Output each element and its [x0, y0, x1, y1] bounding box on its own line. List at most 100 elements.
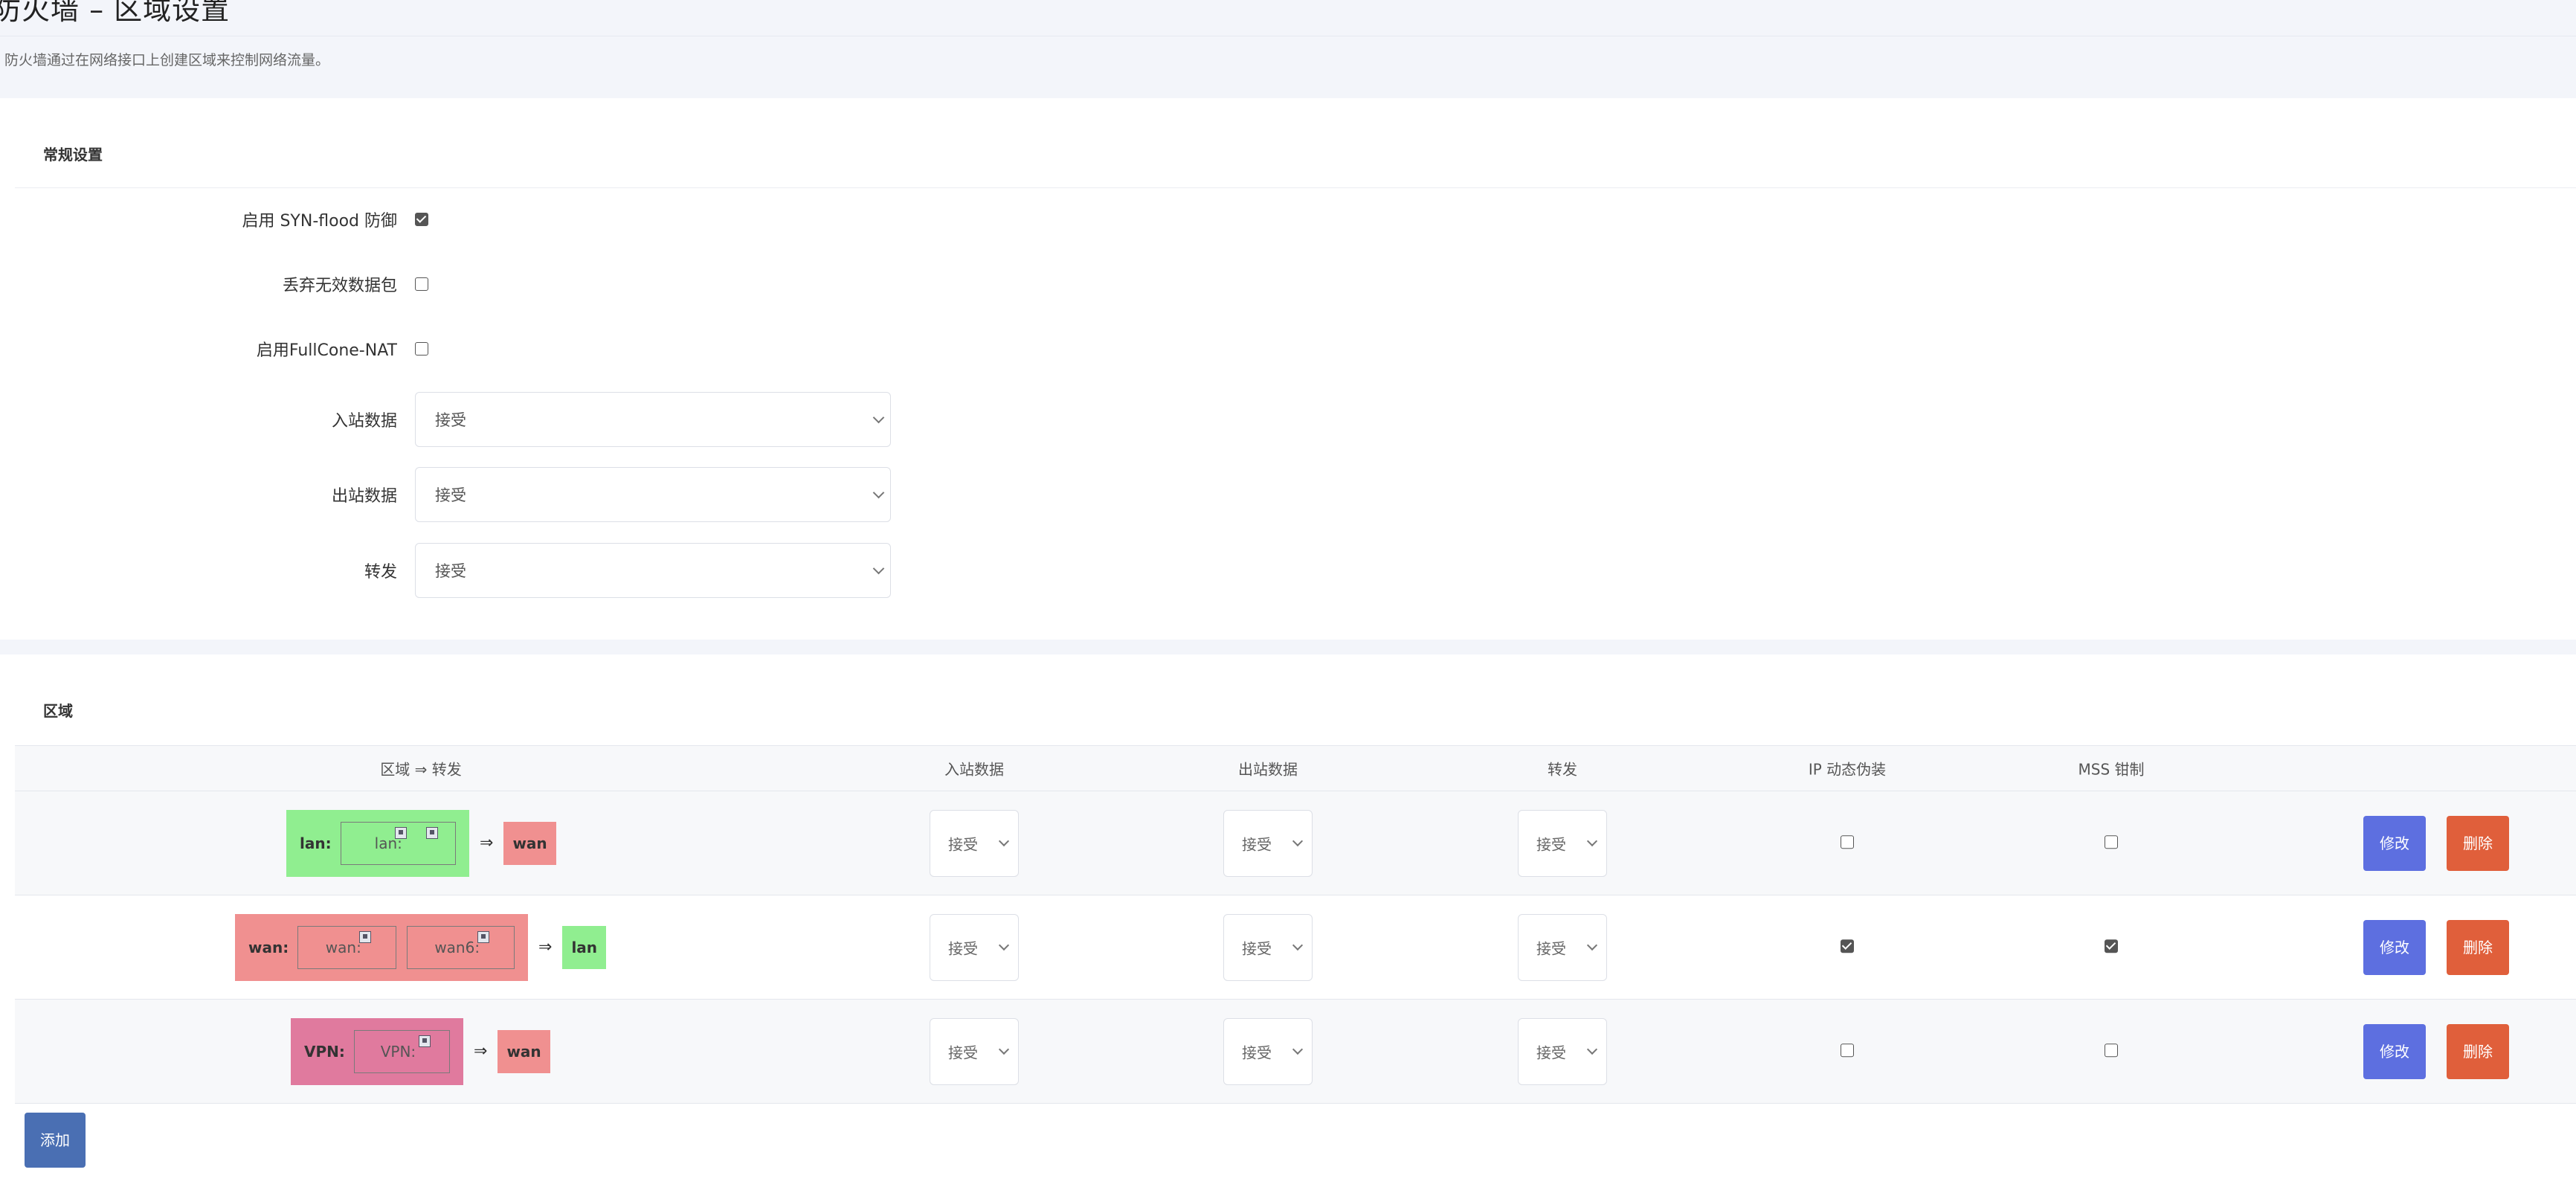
syn-flood-row: 启用 SYN-flood 防御	[0, 190, 967, 249]
select-value: 接受	[948, 835, 978, 853]
forward-arrow: ⇒	[480, 834, 494, 852]
table-row: lan: lan: ⇒ wan 接受 接受 接受 修改 删除	[15, 791, 2576, 895]
chevron-down-icon	[872, 411, 885, 424]
section-divider	[15, 187, 2576, 188]
zone-badge-wan[interactable]: wan: wan: wan6:	[235, 913, 528, 981]
forward-policy-label: 转发	[364, 563, 397, 582]
general-settings-section: 常规设置 启用 SYN-flood 防御 丢弃无效数据包 启用FullCone-…	[0, 98, 2576, 640]
masq-checkbox[interactable]	[1841, 834, 1854, 849]
masq-checkbox[interactable]	[1841, 1043, 1854, 1057]
select-value: 接受	[1536, 939, 1566, 957]
forward-policy-select[interactable]: 接受	[415, 543, 891, 598]
chevron-down-icon	[1292, 939, 1304, 950]
section-title-general: 常规设置	[43, 146, 103, 164]
zone-forward-select[interactable]: 接受	[1518, 913, 1607, 981]
chevron-down-icon	[1292, 835, 1304, 846]
zone-input-select[interactable]: 接受	[930, 809, 1019, 877]
table-row: wan: wan: wan6: ⇒ lan 接受 接受 接受 修改 删除	[15, 895, 2576, 1000]
select-value: 接受	[1536, 835, 1566, 853]
add-zone-button[interactable]: 添加	[25, 1113, 86, 1168]
input-policy-label: 入站数据	[331, 412, 397, 431]
interface-label: wan:	[325, 938, 361, 956]
col-header-input: 入站数据	[944, 760, 1004, 779]
fullcone-row: 启用FullCone-NAT	[0, 319, 967, 379]
network-port-icon	[418, 1035, 431, 1047]
zone-badge-vpn[interactable]: VPN: VPN:	[291, 1017, 463, 1085]
mss-checkbox[interactable]	[2105, 834, 2118, 849]
firewall-zone-settings-page: 防火墙 – 区域设置 防火墙通过在网络接口上创建区域来控制网络流量。 常规设置 …	[0, 0, 2576, 1187]
zone-output-select[interactable]: 接受	[1223, 809, 1313, 877]
masq-checkbox[interactable]	[1841, 939, 1854, 953]
forward-arrow: ⇒	[538, 938, 553, 956]
col-header-masq: IP 动态伪装	[1808, 760, 1887, 779]
zone-input-select[interactable]: 接受	[930, 1017, 1019, 1085]
zone-interface: wan6:	[407, 925, 515, 969]
zone-badge-lan[interactable]: lan: lan:	[286, 809, 469, 877]
syn-flood-checkbox[interactable]	[415, 213, 428, 226]
select-value: 接受	[1536, 1043, 1566, 1061]
network-port-icon	[425, 826, 438, 839]
interface-label: wan6:	[434, 938, 480, 956]
zone-name: VPN:	[304, 1042, 345, 1061]
network-port-icon	[359, 930, 372, 943]
chevron-down-icon	[1586, 1043, 1598, 1055]
interface-label: VPN:	[380, 1042, 416, 1061]
chevron-down-icon	[998, 1043, 1010, 1055]
output-policy-label: 出站数据	[331, 487, 397, 506]
output-policy-row: 出站数据 接受	[0, 465, 967, 524]
select-value: 接受	[1242, 835, 1272, 853]
dest-zone-badge: wan	[498, 1029, 550, 1073]
col-header-forward: 转发	[1548, 760, 1577, 779]
delete-button[interactable]: 删除	[2447, 919, 2509, 975]
zone-interface: wan:	[297, 925, 397, 969]
zone-output-select[interactable]: 接受	[1223, 1017, 1313, 1085]
zone-forward-cell: VPN: VPN: ⇒ wan	[291, 1017, 550, 1085]
chevron-down-icon	[1586, 835, 1598, 846]
syn-flood-label: 启用 SYN-flood 防御	[242, 212, 397, 231]
col-header-mss: MSS 钳制	[2078, 760, 2145, 779]
input-policy-value: 接受	[435, 411, 466, 429]
zone-forward-select[interactable]: 接受	[1518, 1017, 1607, 1085]
network-port-icon	[394, 826, 407, 839]
fullcone-checkbox[interactable]	[415, 342, 428, 356]
fullcone-label: 启用FullCone-NAT	[256, 341, 397, 360]
zone-interface: VPN:	[353, 1029, 450, 1073]
col-header-output: 出站数据	[1238, 760, 1298, 779]
zone-name: wan:	[248, 938, 289, 956]
edit-button[interactable]: 修改	[2363, 1023, 2426, 1079]
mss-checkbox[interactable]	[2105, 939, 2118, 953]
zone-interface: lan:	[340, 821, 456, 865]
zone-forward-select[interactable]: 接受	[1518, 809, 1607, 877]
chevron-down-icon	[1586, 939, 1598, 950]
dest-zone-badge: lan	[562, 925, 607, 969]
chevron-down-icon	[998, 835, 1010, 846]
delete-button[interactable]: 删除	[2447, 1023, 2509, 1079]
chevron-down-icon	[998, 939, 1010, 950]
chevron-down-icon	[1292, 1043, 1304, 1055]
zones-table: 区域 ⇒ 转发 入站数据 出站数据 转发 IP 动态伪装 MSS 钳制 lan:…	[15, 745, 2576, 1104]
page-title: 防火墙 – 区域设置	[0, 0, 231, 26]
chevron-down-icon	[872, 562, 885, 575]
zones-table-header: 区域 ⇒ 转发 入站数据 出站数据 转发 IP 动态伪装 MSS 钳制	[15, 745, 2576, 791]
zone-output-select[interactable]: 接受	[1223, 913, 1313, 981]
drop-invalid-checkbox[interactable]	[415, 277, 428, 291]
select-value: 接受	[1242, 939, 1272, 957]
drop-invalid-label: 丢弃无效数据包	[282, 277, 397, 295]
section-title-zones: 区域	[43, 702, 73, 720]
edit-button[interactable]: 修改	[2363, 815, 2426, 871]
zone-input-select[interactable]: 接受	[930, 913, 1019, 981]
edit-button[interactable]: 修改	[2363, 919, 2426, 975]
zone-name: lan:	[300, 834, 332, 852]
mss-checkbox[interactable]	[2105, 1043, 2118, 1057]
chevron-down-icon	[872, 486, 885, 499]
select-value: 接受	[948, 1043, 978, 1061]
network-port-icon	[477, 930, 490, 943]
output-policy-select[interactable]: 接受	[415, 467, 891, 522]
zone-forward-cell: lan: lan: ⇒ wan	[286, 809, 556, 877]
page-description: 防火墙通过在网络接口上创建区域来控制网络流量。	[4, 52, 330, 68]
zone-forward-cell: wan: wan: wan6: ⇒ lan	[235, 913, 607, 981]
input-policy-select[interactable]: 接受	[415, 392, 891, 447]
delete-button[interactable]: 删除	[2447, 815, 2509, 871]
table-row: VPN: VPN: ⇒ wan 接受 接受 接受 修改 删除	[15, 1000, 2576, 1104]
select-value: 接受	[948, 939, 978, 957]
